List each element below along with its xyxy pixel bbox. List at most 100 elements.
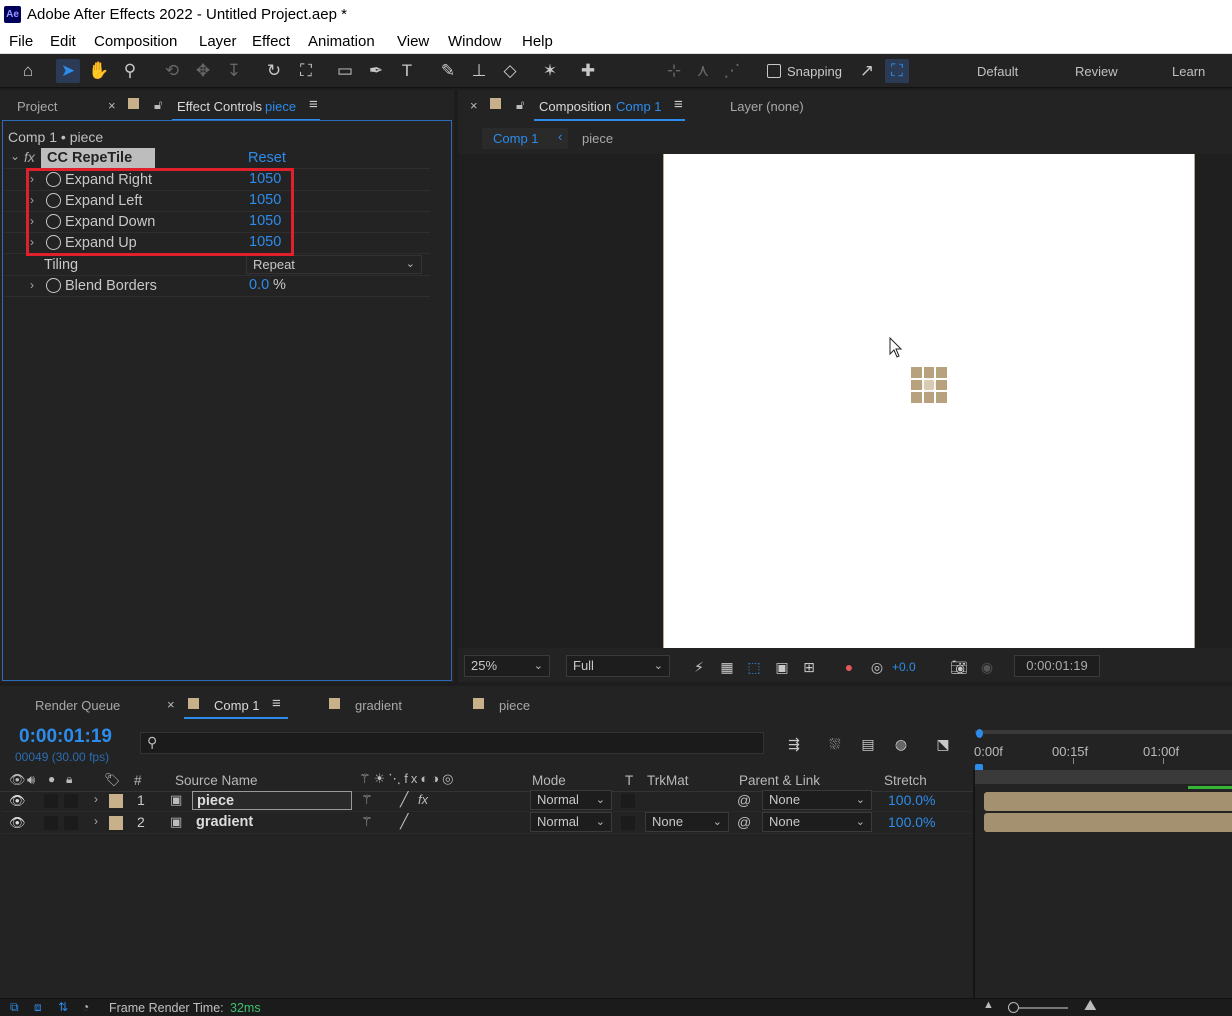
eraser-tool-icon[interactable]: ◇ bbox=[498, 59, 522, 83]
world-axis-icon[interactable]: ⋏ bbox=[691, 59, 715, 83]
pickwhip-icon[interactable]: @ bbox=[737, 814, 751, 830]
menu-help[interactable]: Help bbox=[522, 33, 553, 50]
lock-icon[interactable]: 🔓︎ bbox=[154, 97, 162, 113]
blend-value[interactable]: 0.0 bbox=[249, 277, 269, 293]
zoom-slider-handle[interactable] bbox=[1008, 1002, 1019, 1013]
menu-effect[interactable]: Effect bbox=[252, 33, 290, 50]
channel-icon[interactable]: ● bbox=[840, 659, 858, 675]
tab-gradient[interactable]: gradient bbox=[355, 698, 402, 713]
layer-search-input[interactable]: ⚲ bbox=[140, 732, 764, 754]
layer-bar-piece[interactable] bbox=[984, 792, 1232, 811]
layer-name-box[interactable]: piece bbox=[192, 791, 352, 810]
lock-toggle[interactable] bbox=[64, 816, 78, 830]
tab-comp-1[interactable]: Comp 1 bbox=[214, 698, 260, 713]
parent-dropdown[interactable]: None ⌄ bbox=[762, 790, 872, 810]
exposure-value[interactable]: +0.0 bbox=[892, 660, 916, 674]
label-tag-icon[interactable]: 🏷︎ bbox=[104, 772, 121, 788]
tab-layer-viewer[interactable]: Layer (none) bbox=[730, 99, 804, 114]
brush-tool-icon[interactable]: ✎ bbox=[436, 59, 460, 83]
mode-dropdown[interactable]: Normal ⌄ bbox=[530, 790, 612, 810]
anchor-point-icon[interactable] bbox=[922, 378, 936, 392]
tab-render-queue[interactable]: Render Queue bbox=[35, 698, 120, 713]
graph-editor-icon[interactable]: ⬔ bbox=[934, 736, 952, 752]
puppet-pin-tool-icon[interactable]: ✚ bbox=[576, 59, 600, 83]
eye-icon[interactable]: 👁︎ bbox=[9, 772, 26, 788]
selection-tool-icon[interactable]: ➤ bbox=[56, 59, 80, 83]
orbit-camera-icon[interactable]: ⟲ bbox=[160, 59, 184, 83]
lock-icon[interactable]: 🔓︎ bbox=[516, 97, 524, 113]
snapshot-camera-icon[interactable]: 📷︎ bbox=[950, 659, 968, 675]
zoom-in-icon[interactable]: ⛰ bbox=[1084, 997, 1097, 1014]
label-color-swatch[interactable] bbox=[109, 794, 123, 808]
roto-brush-tool-icon[interactable]: ✶ bbox=[538, 59, 562, 83]
workspace-default[interactable]: Default bbox=[977, 64, 1018, 79]
resolution-dropdown[interactable]: Full ⌄ bbox=[566, 655, 670, 677]
header-source-name[interactable]: Source Name bbox=[175, 773, 258, 788]
effect-name[interactable]: CC RepeTile bbox=[47, 150, 132, 166]
shy-switch-icon[interactable]: ⚚ bbox=[361, 792, 373, 808]
timeline-divider[interactable] bbox=[973, 770, 975, 998]
fx-icon[interactable]: fx bbox=[24, 149, 35, 165]
workspace-review[interactable]: Review bbox=[1075, 64, 1118, 79]
mode-dropdown[interactable]: Normal ⌄ bbox=[530, 812, 612, 832]
preserve-transparency-toggle[interactable] bbox=[621, 794, 635, 808]
grid-guides-icon[interactable]: ⊞ bbox=[800, 659, 818, 675]
fx-switch[interactable]: fx bbox=[418, 792, 428, 807]
close-tab-icon[interactable]: × bbox=[108, 98, 116, 113]
solo-toggle[interactable] bbox=[44, 816, 58, 830]
stretch-value[interactable]: 100.0% bbox=[888, 792, 935, 808]
stretch-value[interactable]: 100.0% bbox=[888, 814, 935, 830]
show-snapshot-icon[interactable]: ◉ bbox=[978, 659, 996, 675]
transparency-grid-icon[interactable]: ▦ bbox=[718, 659, 736, 675]
clone-stamp-tool-icon[interactable]: ⊥ bbox=[467, 59, 491, 83]
menu-composition[interactable]: Composition bbox=[94, 33, 177, 50]
menu-animation[interactable]: Animation bbox=[308, 33, 375, 50]
menu-window[interactable]: Window bbox=[448, 33, 501, 50]
close-tab-icon[interactable]: × bbox=[167, 697, 175, 712]
frame-blending-icon[interactable]: ▤ bbox=[859, 736, 877, 752]
chevron-right-icon[interactable]: › bbox=[94, 814, 98, 828]
effect-collapse-icon[interactable]: ⌄ bbox=[10, 149, 20, 163]
rectangle-tool-icon[interactable]: ▭ bbox=[333, 59, 357, 83]
table-row[interactable]: 👁︎ › 1 ▣ piece ⚚ ╱ fx Normal ⌄ @ None ⌄ … bbox=[2, 790, 974, 812]
shy-switch-icon[interactable]: ⚚ bbox=[361, 814, 373, 830]
audio-icon[interactable]: 🔊︎ bbox=[27, 772, 35, 788]
hand-tool-icon[interactable]: ✋ bbox=[87, 59, 111, 83]
quality-switch-icon[interactable]: ╱ bbox=[400, 813, 408, 830]
tab-project[interactable]: Project bbox=[17, 99, 57, 114]
color-management-icon[interactable]: ◎ bbox=[868, 659, 886, 675]
trkmat-dropdown[interactable]: None ⌄ bbox=[645, 812, 729, 832]
zoom-dropdown[interactable]: 25% ⌄ bbox=[464, 655, 550, 677]
label-color-swatch[interactable] bbox=[109, 816, 123, 830]
motion-blur-icon[interactable]: ◍ bbox=[892, 736, 910, 752]
layer-bar-gradient[interactable] bbox=[984, 813, 1232, 832]
draft-3d-icon[interactable]: ⛆ bbox=[826, 736, 844, 752]
solo-icon[interactable]: ● bbox=[48, 772, 55, 786]
home-icon[interactable]: ⌂ bbox=[16, 59, 40, 83]
snap-edge-icon[interactable]: ↗ bbox=[855, 59, 879, 83]
tab-effect-controls[interactable]: Effect Controls bbox=[177, 99, 262, 114]
type-tool-icon[interactable]: T bbox=[395, 59, 419, 83]
in-out-icon[interactable]: ⇅ bbox=[58, 1000, 68, 1014]
pan-camera-icon[interactable]: ✥ bbox=[191, 59, 215, 83]
eye-icon[interactable]: 👁︎ bbox=[9, 815, 26, 831]
composition-mini-flowchart-icon[interactable]: ⇶ bbox=[785, 736, 803, 752]
tab-comp-name[interactable]: Comp 1 bbox=[616, 99, 662, 114]
work-area-bar[interactable] bbox=[975, 730, 1232, 734]
panel-menu-icon[interactable]: ≡ bbox=[309, 96, 318, 113]
layer-name[interactable]: gradient bbox=[196, 814, 253, 830]
menu-file[interactable]: File bbox=[9, 33, 33, 50]
menu-edit[interactable]: Edit bbox=[50, 33, 76, 50]
stopwatch-icon[interactable] bbox=[46, 278, 61, 293]
zoom-out-icon[interactable]: ▲ bbox=[983, 999, 994, 1011]
quality-switch-icon[interactable]: ╱ bbox=[400, 791, 408, 808]
preserve-transparency-toggle[interactable] bbox=[621, 816, 635, 830]
tiling-dropdown[interactable]: Repeat ⌄ bbox=[246, 255, 422, 274]
mask-visibility-icon[interactable]: ⬚ bbox=[745, 659, 763, 675]
solo-toggle[interactable] bbox=[44, 794, 58, 808]
zoom-tool-icon[interactable]: ⚲ bbox=[118, 59, 142, 83]
table-row[interactable]: 👁︎ › 2 ▣ gradient ⚚ ╱ Normal ⌄ None ⌄ @ … bbox=[2, 812, 974, 834]
snap-feature-icon[interactable]: ⛶ bbox=[885, 59, 909, 83]
pickwhip-icon[interactable]: @ bbox=[737, 792, 751, 808]
pen-tool-icon[interactable]: ✒ bbox=[364, 59, 388, 83]
